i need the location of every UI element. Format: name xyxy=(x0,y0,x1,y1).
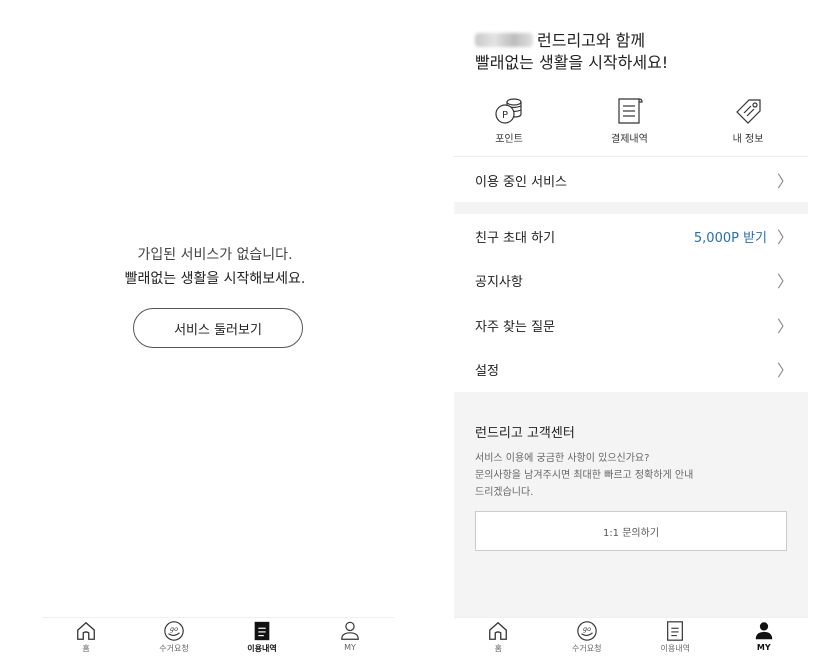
nav-item-pickup[interactable]: go 수거요청 xyxy=(130,618,218,660)
nav-item-my[interactable]: MY xyxy=(306,618,394,660)
pickup-request-icon: go xyxy=(576,621,597,641)
menu-label: 자주 찾는 질문 xyxy=(475,319,556,335)
home-icon xyxy=(77,621,95,640)
usage-history-icon xyxy=(254,621,270,641)
divider xyxy=(454,156,808,157)
quick-item-payment-history[interactable]: 결제내역 xyxy=(611,96,648,145)
menu-faq[interactable]: 자주 찾는 질문 〉 xyxy=(454,303,808,347)
usage-history-screen: 가입된 서비스가 없습니다. 빨래없는 생활을 시작해보세요. 서비스 둘러보기… xyxy=(0,0,430,660)
menu-in-use-services[interactable]: 이용 중인 서비스 〉 xyxy=(454,158,808,202)
points-coin-icon: P xyxy=(495,98,522,124)
nav-label: 홈 xyxy=(82,644,90,653)
customer-center-description: 서비스 이용에 궁금한 사항이 있으신가요? 문의사항을 남겨주시면 최대한 빠… xyxy=(475,450,693,501)
customer-center: 런드리고 고객센터 서비스 이용에 궁금한 사항이 있으신가요? 문의사항을 남… xyxy=(454,392,808,618)
user-icon xyxy=(341,621,359,640)
inquiry-button[interactable]: 1:1 문의하기 xyxy=(475,511,787,551)
desc-line: 문의사항을 남겨주시면 최대한 빠르고 정확하게 안내 xyxy=(475,470,694,481)
chevron-right-icon: 〉 xyxy=(777,272,794,291)
home-icon xyxy=(489,621,508,640)
user-icon xyxy=(755,622,772,640)
svg-text:go: go xyxy=(583,625,591,633)
blurred-username xyxy=(475,33,533,47)
chevron-right-icon: 〉 xyxy=(777,172,794,191)
nav-item-pickup[interactable]: go 수거요청 xyxy=(543,618,632,660)
my-page-screen: 런드리고와 함께 빨래없는 생활을 시작하세요! P 포인트 결제내역 내 정보… xyxy=(454,0,808,660)
tag-icon xyxy=(736,99,761,124)
nav-label: 수거요청 xyxy=(159,644,189,653)
menu-label: 공지사항 xyxy=(475,274,523,290)
empty-state-message: 가입된 서비스가 없습니다. xyxy=(137,247,293,263)
nav-item-history[interactable]: 이용내역 xyxy=(631,618,720,660)
chevron-right-icon: 〉 xyxy=(777,228,794,247)
pickup-request-icon: go xyxy=(164,621,184,641)
menu-label: 설정 xyxy=(475,363,499,379)
chevron-right-icon: 〉 xyxy=(777,317,794,336)
nav-label: MY xyxy=(344,643,356,652)
svg-text:P: P xyxy=(502,110,508,121)
nav-label: 수거요청 xyxy=(572,644,602,653)
quick-label: 결제내역 xyxy=(611,134,648,145)
empty-state-subtext: 빨래없는 생활을 시작해보세요. xyxy=(124,271,306,287)
menu-label: 친구 초대 하기 xyxy=(475,230,556,246)
section-gap xyxy=(454,202,808,214)
quick-label: 포인트 xyxy=(495,134,523,145)
greeting-line2: 빨래없는 생활을 시작하세요! xyxy=(475,53,669,72)
menu-label: 이용 중인 서비스 xyxy=(475,174,567,190)
receipt-icon xyxy=(618,98,644,124)
greeting: 런드리고와 함께 빨래없는 생활을 시작하세요! xyxy=(475,30,668,74)
nav-label: 홈 xyxy=(494,644,502,653)
nav-label: 이용내역 xyxy=(660,644,690,653)
quick-label: 내 정보 xyxy=(732,134,764,145)
menu-notice[interactable]: 공지사항 〉 xyxy=(454,258,808,302)
quick-item-points[interactable]: P 포인트 xyxy=(492,96,526,145)
invite-reward: 5,000P 받기 xyxy=(693,230,767,246)
nav-item-home[interactable]: 홈 xyxy=(454,618,543,660)
nav-label: MY xyxy=(756,643,771,652)
chevron-right-icon: 〉 xyxy=(777,361,794,380)
bottom-nav: 홈 go 수거요청 이용내역 MY xyxy=(42,617,394,660)
browse-services-button[interactable]: 서비스 둘러보기 xyxy=(133,308,303,348)
customer-center-title: 런드리고 고객센터 xyxy=(475,426,575,441)
desc-line: 드리겠습니다. xyxy=(475,487,534,498)
menu-settings[interactable]: 설정 〉 xyxy=(454,347,808,391)
bottom-nav: 홈 go 수거요청 이용내역 MY xyxy=(454,617,808,660)
quick-item-my-info[interactable]: 내 정보 xyxy=(731,96,765,145)
menu-invite-friend[interactable]: 친구 초대 하기 5,000P 받기 〉 xyxy=(454,214,808,258)
svg-text:go: go xyxy=(170,625,178,633)
nav-item-my[interactable]: MY xyxy=(720,618,809,660)
nav-item-home[interactable]: 홈 xyxy=(42,618,130,660)
greeting-line1: 런드리고와 함께 xyxy=(537,31,646,50)
usage-history-icon xyxy=(667,621,684,641)
nav-item-history[interactable]: 이용내역 xyxy=(218,618,306,660)
nav-label: 이용내역 xyxy=(247,644,277,653)
desc-line: 서비스 이용에 궁금한 사항이 있으신가요? xyxy=(475,453,650,464)
